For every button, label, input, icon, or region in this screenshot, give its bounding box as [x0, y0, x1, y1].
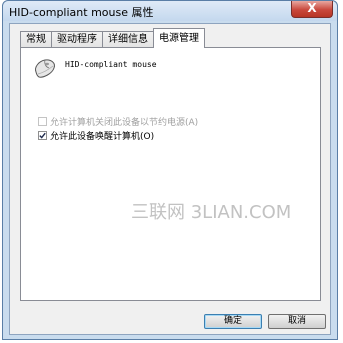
close-button[interactable]: X — [291, 1, 333, 18]
tab-driver[interactable]: 驱动程序 — [51, 31, 103, 48]
tab-power-management[interactable]: 电源管理 — [153, 28, 205, 48]
allow-wake-checkbox[interactable] — [38, 131, 47, 140]
mouse-icon — [35, 59, 55, 78]
watermark: 三联网 3LIAN.COM — [131, 202, 292, 223]
allow-wake-label: 允许此设备唤醒计算机(O) — [50, 132, 155, 142]
allow-power-off-checkbox[interactable] — [38, 117, 47, 126]
ok-button[interactable]: 确定 — [204, 314, 262, 329]
tab-strip: 常规 驱动程序 详细信息 电源管理 — [20, 28, 205, 48]
tab-details[interactable]: 详细信息 — [102, 31, 154, 48]
checkmark-icon — [39, 132, 46, 139]
close-icon: X — [307, 1, 317, 15]
properties-dialog: HID-compliant mouse 属性 X 常规 驱动程序 详细信息 电源… — [2, 0, 338, 340]
title-bar[interactable]: HID-compliant mouse 属性 X — [3, 1, 337, 21]
power-management-panel: HID-compliant mouse 允许计算机关闭此设备以节约电源(A) 允… — [20, 47, 321, 301]
allow-power-off-label: 允许计算机关闭此设备以节约电源(A) — [50, 118, 199, 128]
allow-wake-option[interactable]: 允许此设备唤醒计算机(O) — [38, 129, 154, 142]
window-title: HID-compliant mouse 属性 — [9, 6, 154, 19]
cancel-button[interactable]: 取消 — [268, 314, 326, 329]
allow-power-off-option[interactable]: 允许计算机关闭此设备以节约电源(A) — [38, 115, 198, 128]
device-name: HID-compliant mouse — [65, 60, 157, 69]
dialog-body: 常规 驱动程序 详细信息 电源管理 HID-compliant mouse 允许… — [9, 23, 331, 335]
tab-general[interactable]: 常规 — [20, 31, 52, 48]
